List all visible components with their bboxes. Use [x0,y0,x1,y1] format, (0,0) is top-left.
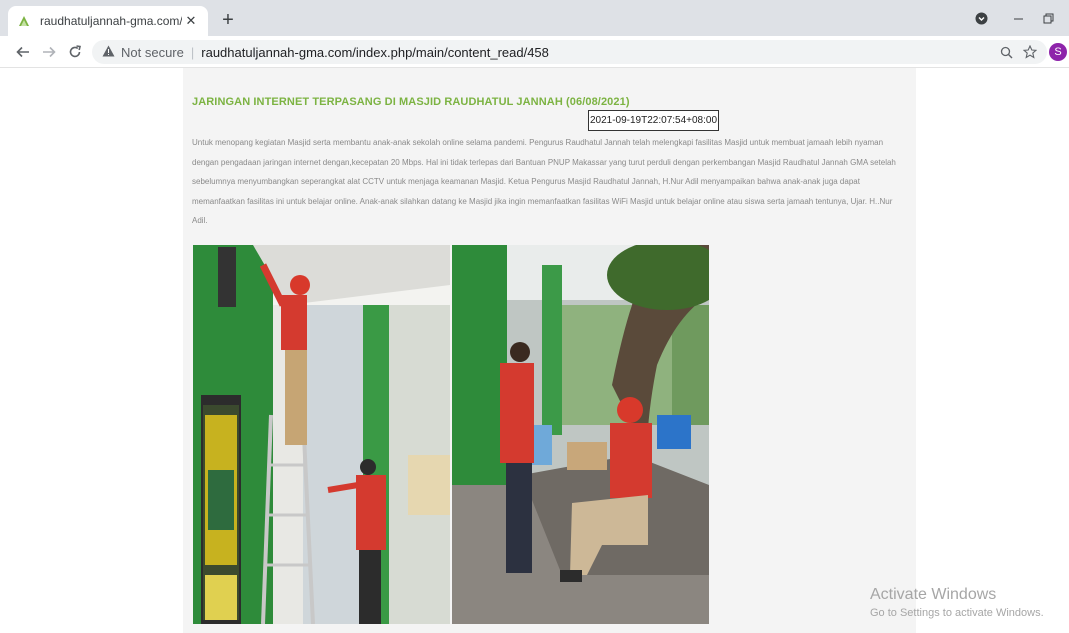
back-arrow-icon[interactable] [12,41,34,63]
browser-tab[interactable]: raudhatuljannah-gma.com/index ✕ [8,6,208,36]
minimize-icon[interactable] [1008,8,1028,28]
site-favicon-icon [16,13,32,29]
profile-avatar[interactable]: S [1049,43,1067,61]
restore-icon[interactable] [1038,8,1058,28]
address-bar[interactable]: Not secure | raudhatuljannah-gma.com/ind… [92,40,1047,64]
timestamp-tooltip: 2021-09-19T22:07:54+08:00 [588,110,719,131]
url-text[interactable]: raudhatuljannah-gma.com/index.php/main/c… [201,45,549,60]
address-separator: | [190,44,195,60]
reload-icon[interactable] [64,41,86,63]
windows-activation-watermark: Activate Windows Go to Settings to activ… [870,586,1044,619]
article-photo-ladder [193,245,450,624]
zoom-icon[interactable] [997,43,1015,61]
article-title: JARINGAN INTERNET TERPASANG DI MASJID RA… [192,96,630,108]
warning-icon[interactable] [102,45,115,60]
watermark-subtitle: Go to Settings to activate Windows. [870,607,1044,619]
forward-arrow-icon[interactable] [38,41,60,63]
article-photo-workers [452,245,709,624]
new-tab-button[interactable]: + [216,8,240,32]
watermark-title: Activate Windows [870,586,997,603]
browser-toolbar: Not secure | raudhatuljannah-gma.com/ind… [0,36,1069,68]
bookmark-star-icon[interactable] [1021,43,1039,61]
tab-close-icon[interactable]: ✕ [182,12,200,30]
browser-profile-menu-icon[interactable] [972,8,990,28]
security-status-label: Not secure [121,44,184,60]
article-body: Untuk menopang kegiatan Masjid serta mem… [192,138,896,225]
tab-strip: raudhatuljannah-gma.com/index ✕ + [0,0,1069,36]
tab-title: raudhatuljannah-gma.com/index [40,14,182,28]
